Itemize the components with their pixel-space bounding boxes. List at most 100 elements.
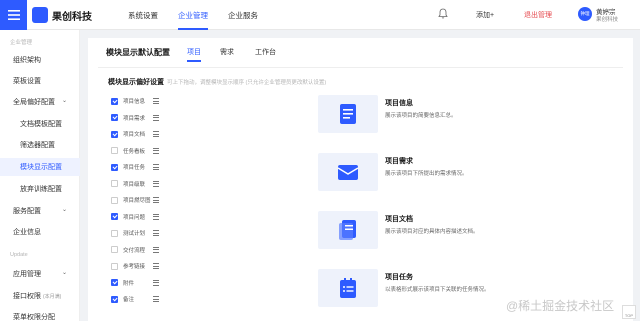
- chevron-down-icon[interactable]: ⌄: [62, 269, 67, 276]
- module-label: 项目文档: [123, 132, 146, 138]
- document-icon: [340, 104, 356, 124]
- module-row[interactable]: 备注: [111, 294, 159, 304]
- sidebar-item-menu-permissions[interactable]: 菜单权限分配: [13, 312, 55, 321]
- drag-handle-icon[interactable]: [153, 296, 159, 302]
- drag-handle-icon[interactable]: [153, 114, 159, 121]
- module-checkbox[interactable]: [111, 295, 118, 303]
- module-checkbox[interactable]: [111, 262, 118, 270]
- module-row[interactable]: 测试计划: [111, 228, 159, 238]
- card-thumbnail: [318, 211, 378, 249]
- drag-handle-icon[interactable]: [153, 98, 159, 104]
- module-label: 参考链接: [123, 264, 146, 270]
- module-checkbox[interactable]: [111, 229, 118, 237]
- module-checkbox[interactable]: [111, 246, 118, 253]
- sidebar-item-filter-config[interactable]: 筛选器配置: [20, 140, 55, 150]
- sidebar-item-module-display[interactable]: 模块显示配置: [20, 162, 62, 172]
- module-row[interactable]: 参考链接: [111, 261, 159, 271]
- card-thumbnail: [318, 95, 378, 133]
- module-row[interactable]: 项目信息: [111, 96, 159, 106]
- avatar[interactable]: 钟理: [578, 7, 592, 21]
- section-hint: 可上下拖动，调整模块显示顺序 (只允许企业管理员更改默认设置): [167, 80, 327, 86]
- brand-name: 果创科技: [52, 11, 92, 23]
- card-thumbnail: [318, 269, 378, 307]
- module-checkbox[interactable]: [111, 180, 118, 187]
- drag-handle-icon[interactable]: [153, 246, 159, 253]
- sidebar-item-abandon-config[interactable]: 放弃训练配置: [20, 184, 62, 194]
- module-checkbox[interactable]: [111, 130, 118, 138]
- module-label: 备注: [123, 297, 135, 303]
- drag-handle-icon[interactable]: [153, 164, 159, 170]
- module-row[interactable]: 交付流程: [111, 245, 159, 255]
- module-row[interactable]: 项目文档: [111, 129, 159, 139]
- module-preview-card: 项目文档展示该项目对应的具体内容描述文档。: [314, 210, 623, 250]
- module-checkbox[interactable]: [111, 196, 118, 204]
- module-label: 附件: [123, 280, 135, 287]
- tab-active-indicator: [187, 60, 201, 62]
- watermark: @稀土掘金技术社区: [506, 299, 615, 313]
- module-preview-card: 项目信息 展示该项目的简要信息汇总。: [314, 94, 623, 134]
- user-org: 果创科技: [596, 17, 619, 23]
- module-row[interactable]: 项目需求: [111, 113, 159, 123]
- drag-handle-icon[interactable]: [153, 279, 159, 286]
- drag-handle-icon[interactable]: [153, 213, 159, 220]
- drag-handle-icon[interactable]: [153, 263, 159, 269]
- tab-requirement[interactable]: 需求: [220, 47, 234, 57]
- module-row[interactable]: 项目燃尽图: [111, 195, 159, 205]
- logout-button[interactable]: 退出管理: [524, 10, 552, 20]
- bell-icon[interactable]: [438, 8, 448, 19]
- card-description: 以表格形式展示该项目下关联的任务情况。: [385, 287, 490, 293]
- tab-workbench[interactable]: 工作台: [255, 47, 276, 57]
- nav-system-settings[interactable]: 系统设置: [128, 10, 158, 21]
- module-preview-card: 项目需求 展示该项目下所提出的需求情况。: [314, 152, 623, 192]
- module-label: 项目燃尽图: [123, 198, 151, 204]
- module-checkbox[interactable]: [111, 114, 118, 121]
- chevron-down-icon[interactable]: ⌄: [62, 97, 67, 104]
- sidebar-item-global-preferences[interactable]: 全局偏好配置: [13, 97, 55, 107]
- card-title: 项目需求: [385, 158, 413, 165]
- nav-enterprise-services[interactable]: 企业服务: [228, 10, 258, 21]
- card-thumbnail: [318, 153, 378, 191]
- module-checkbox[interactable]: [111, 279, 118, 286]
- drag-handle-icon[interactable]: [153, 197, 159, 203]
- drag-handle-icon[interactable]: [153, 147, 159, 154]
- sidebar-item-menu-settings[interactable]: 菜板设置: [13, 76, 41, 86]
- nav-enterprise-management[interactable]: 企业管理: [178, 10, 208, 21]
- sidebar-item-app-management[interactable]: 应用管理: [13, 269, 41, 279]
- module-label: 测试计划: [123, 231, 146, 237]
- card-title: 项目文档: [385, 216, 413, 223]
- module-row[interactable]: 项目级联: [111, 179, 159, 189]
- module-checkbox[interactable]: [111, 163, 118, 171]
- section-title: 模块显示偏好设置: [108, 79, 164, 86]
- brand-logo[interactable]: 果创科技: [32, 7, 92, 23]
- drag-handle-icon[interactable]: [153, 131, 159, 137]
- module-checkbox[interactable]: [111, 97, 118, 105]
- add-button[interactable]: 添加+: [476, 10, 494, 20]
- divider: [98, 67, 623, 68]
- module-label: 项目级联: [123, 181, 146, 188]
- menu-toggle-button[interactable]: [0, 0, 27, 30]
- drag-handle-icon[interactable]: [153, 230, 159, 236]
- module-checkbox[interactable]: [111, 213, 118, 220]
- drag-handle-icon[interactable]: [153, 180, 159, 187]
- module-row[interactable]: 项目问题: [111, 212, 159, 222]
- module-label: 项目信息: [123, 99, 146, 105]
- card-description: 展示该项目对应的具体内容描述文档。: [385, 229, 479, 235]
- sidebar-item-api-permissions[interactable]: 接口权限 (本月满): [13, 291, 61, 301]
- card-description: 展示该项目的简要信息汇总。: [385, 113, 457, 119]
- nav-active-indicator: [178, 28, 208, 30]
- sidebar-item-service-config[interactable]: 服务配置: [13, 206, 41, 216]
- module-row[interactable]: 附件: [111, 278, 159, 288]
- module-label: 任务看板: [123, 148, 146, 155]
- tab-project[interactable]: 项目: [187, 47, 201, 57]
- module-row[interactable]: 任务看板: [111, 146, 159, 156]
- sidebar-item-enterprise-info[interactable]: 企业信息: [13, 227, 41, 237]
- chevron-down-icon[interactable]: ⌄: [62, 206, 67, 213]
- sidebar-item-org-structure[interactable]: 组织架构: [13, 55, 41, 65]
- sidebar-item-doc-templates[interactable]: 文档模板配置: [20, 119, 62, 129]
- module-checkbox[interactable]: [111, 147, 118, 154]
- module-row[interactable]: 项目任务: [111, 162, 159, 172]
- file-icon: [339, 220, 356, 240]
- hamburger-icon: [7, 10, 20, 20]
- sidebar: 企业管理 组织架构 菜板设置 全局偏好配置 ⌄ 文档模板配置 筛选器配置 模块显…: [0, 30, 80, 321]
- back-to-top-button[interactable]: TOP: [622, 305, 636, 319]
